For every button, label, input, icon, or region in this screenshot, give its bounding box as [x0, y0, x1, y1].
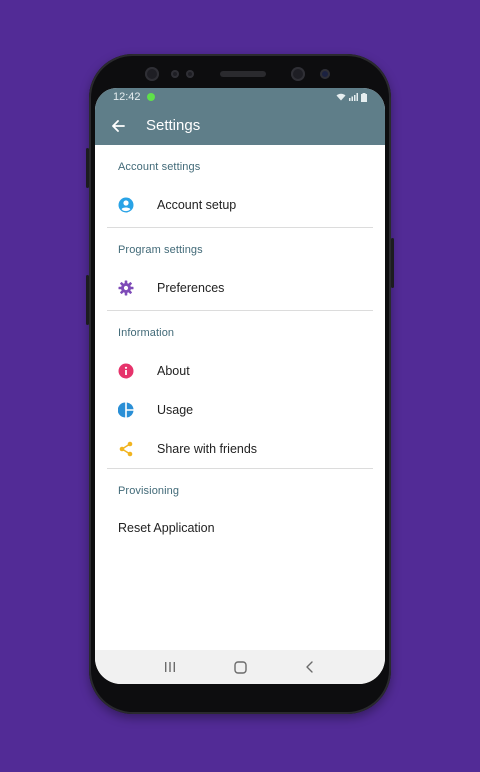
navigation-bar: [95, 650, 385, 684]
settings-item-share-with-friends[interactable]: Share with friends: [95, 430, 385, 468]
settings-item-label: Preferences: [157, 281, 225, 295]
settings-item-label: Usage: [157, 403, 194, 417]
info-icon: [118, 363, 134, 379]
section-header-information: Information: [118, 327, 175, 339]
sensor: [171, 70, 179, 78]
settings-item-label: About: [157, 364, 190, 378]
share-icon: [118, 441, 134, 457]
page-title: Settings: [146, 117, 201, 134]
account-circle-icon: [118, 197, 134, 213]
wifi-icon: [336, 93, 346, 101]
recent-apps-icon[interactable]: [158, 657, 182, 677]
home-icon[interactable]: [228, 657, 252, 677]
section-header-program-settings: Program settings: [118, 244, 203, 256]
settings-item-reset-application[interactable]: Reset Application: [95, 509, 385, 547]
back-arrow-icon[interactable]: [108, 116, 128, 136]
back-icon[interactable]: [298, 657, 322, 677]
settings-item-preferences[interactable]: Preferences: [95, 269, 385, 307]
notification-dot: [146, 93, 155, 101]
pie-chart-icon: [118, 402, 134, 418]
front-camera: [145, 67, 159, 81]
app-bar: Settings: [95, 106, 385, 145]
settings-item-usage[interactable]: Usage: [95, 391, 385, 429]
settings-item-about[interactable]: About: [95, 352, 385, 390]
divider: [107, 468, 373, 469]
settings-item-label: Share with friends: [157, 442, 258, 456]
signal-icon: [349, 93, 358, 101]
section-header-account-settings: Account settings: [118, 161, 201, 173]
settings-item-label: Reset Application: [118, 521, 215, 535]
settings-list: Account settings Account setup Program s…: [95, 145, 385, 650]
iris-scanner: [291, 67, 305, 81]
gear-icon: [118, 280, 134, 296]
settings-item-label: Account setup: [157, 198, 237, 212]
earpiece-speaker: [220, 71, 266, 77]
phone-screen: 12:42 Settings Account settings Account …: [95, 88, 385, 684]
divider: [107, 227, 373, 228]
sensor: [186, 70, 194, 78]
section-header-provisioning: Provisioning: [118, 485, 180, 497]
settings-item-account-setup[interactable]: Account setup: [95, 186, 385, 224]
volume-button: [86, 148, 89, 188]
battery-icon: [361, 92, 367, 102]
divider: [107, 310, 373, 311]
power-button: [391, 238, 394, 288]
status-icons: [336, 92, 367, 102]
proximity-sensor: [320, 69, 330, 79]
status-bar: 12:42: [95, 88, 385, 106]
status-time: 12:42: [113, 91, 141, 103]
bixby-button: [86, 275, 89, 325]
